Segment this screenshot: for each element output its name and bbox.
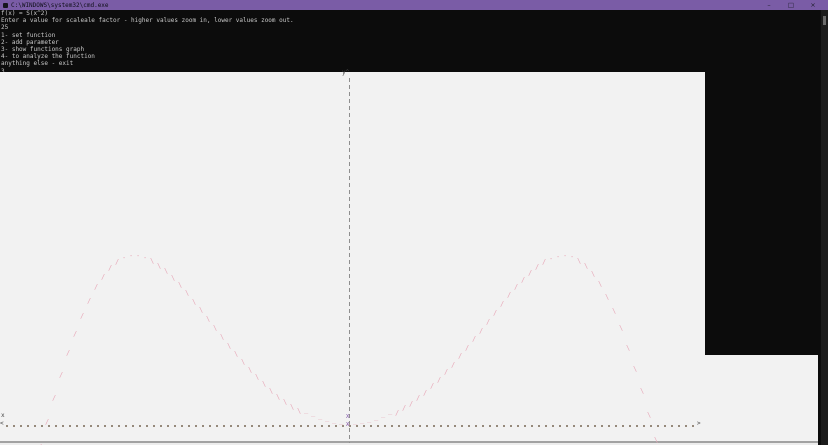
console-line: 3- show functions graph [1,46,701,53]
console-line: 2- add parameter [1,39,701,46]
window-controls: – □ × [758,0,824,10]
close-button[interactable]: × [802,0,824,10]
window-titlebar[interactable]: C:\WINDOWS\system32\cmd.exe – □ × [0,0,828,10]
x-axis-label: x [1,412,5,419]
window-title: C:\WINDOWS\system32\cmd.exe [11,2,109,9]
y-axis-label: y^ [342,69,349,76]
plot-area-upper [0,72,705,355]
console-line: 4- to analyze the function [1,53,701,60]
console-output[interactable]: f(x) = S(x^2)Enter a value for scaleale … [1,10,701,75]
x-axis-left-arrow: < [0,420,4,427]
console-line: anything else - exit [1,60,701,67]
x-axis-right-arrow: > [697,420,701,427]
console-line: f(x) = S(x^2) [1,10,701,17]
y-axis [349,78,350,443]
console-line: Enter a value for scaleale factor - high… [1,17,701,24]
plot-area-lower [0,355,818,441]
scrollbar[interactable] [821,10,828,445]
x-axis [6,425,696,427]
maximize-button[interactable]: □ [780,0,802,10]
cmd-icon [3,3,8,8]
cmd-window: C:\WINDOWS\system32\cmd.exe – □ × f(x) =… [0,0,828,445]
scrollbar-thumb[interactable] [823,16,826,25]
console-line: 1- set function [1,32,701,39]
minimize-button[interactable]: – [758,0,780,10]
console-line: 25 [1,24,701,31]
